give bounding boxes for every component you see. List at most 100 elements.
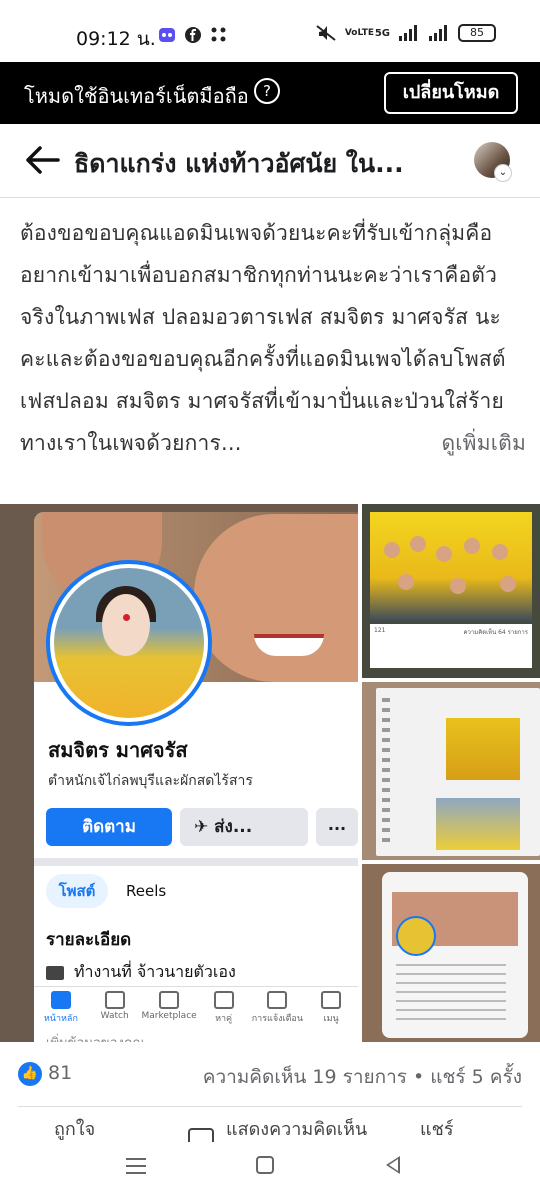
see-more-link[interactable]: ดูเพิ่มเติม	[441, 422, 526, 464]
comment-button[interactable]: แสดงความคิดเห็น	[226, 1114, 367, 1142]
profile-picture	[46, 560, 212, 726]
work-text: ทำงานที่ จ้าวนายตัวเอง	[74, 962, 236, 981]
follow-button: ติดตาม	[46, 808, 172, 846]
post-text: ต้องขอขอบคุณแอดมินเพจด้วยนะคะที่รับเข้าก…	[20, 221, 506, 455]
crowd-person	[464, 538, 480, 554]
heart-icon	[213, 991, 234, 1009]
system-nav-bar	[0, 1142, 540, 1200]
reactions-row: 👍 81 ความคิดเห็น 19 รายการ • แชร์ 5 ครั้…	[0, 1054, 540, 1098]
signal-icon	[399, 25, 417, 41]
photo-crowd[interactable]: 121 ความคิดเห็น 64 รายการ	[362, 504, 540, 678]
tab-posts: โพสต์	[46, 874, 108, 908]
profile-face	[102, 594, 150, 656]
nav-watch: Watch	[88, 987, 142, 1030]
battery-icon: 85	[458, 24, 496, 42]
more-button: ...	[316, 808, 358, 846]
network-label: 5G	[374, 27, 390, 39]
page-header: ธิดาแกร่ง แห่งท้าวอัศนัย ใน... ⌄	[0, 124, 540, 198]
recent-apps-icon[interactable]	[126, 1158, 146, 1174]
nav-notifications-label: การแจ้งเตือน	[251, 1014, 303, 1024]
status-bar: 09:12 น. VoLTE 5G 85	[0, 0, 540, 62]
profile-subtitle: ตำหนักเจ้ไก่ลพบุรีและผักสดไร้สาร	[48, 773, 253, 789]
photo-main[interactable]: สมจิตร มาศจรัส ตำหนักเจ้ไก่ลพบุรีและผักส…	[0, 504, 358, 1042]
screenshot-profile: สมจิตร มาศจรัส ตำหนักเจ้ไก่ลพบุรีและผักส…	[34, 512, 358, 1042]
nav-home: หน้าหลัก	[34, 987, 88, 1030]
crowd-person	[410, 536, 426, 552]
bell-icon	[267, 991, 288, 1009]
cover-face-right	[194, 514, 358, 682]
post-photos: สมจิตร มาศจรัส ตำหนักเจ้ไก่ลพบุรีและผักส…	[0, 504, 540, 1042]
volte-label: VoLTE	[344, 28, 375, 38]
comments-shares-count[interactable]: ความคิดเห็น 19 รายการ • แชร์ 5 ครั้ง	[203, 1062, 522, 1092]
small-like-count: 121	[374, 627, 386, 634]
printed-photo-top	[446, 718, 520, 780]
tab-reels: Reels	[126, 882, 167, 900]
chevron-down-icon[interactable]: ⌄	[494, 164, 512, 182]
nav-home-label: หน้าหลัก	[43, 1014, 78, 1024]
follow-label: ติดตาม	[82, 817, 136, 837]
cover-smile	[254, 634, 324, 656]
photo-binder-page[interactable]	[362, 682, 540, 860]
post-body: ต้องขอขอบคุณแอดมินเพจด้วยนะคะที่รับเข้าก…	[20, 212, 526, 464]
crowd-person	[450, 578, 466, 594]
status-right: VoLTE 5G 85	[315, 24, 496, 42]
mobile-data-banner: โหมดใช้อินเทอร์เน็ตมือถือ ? เปลี่ยนโหมด	[0, 62, 540, 124]
banner-text: โหมดใช้อินเทอร์เน็ตมือถือ	[24, 84, 249, 108]
binder-holes	[382, 698, 390, 848]
profile-name: สมจิตร มาศจรัส	[48, 738, 188, 762]
watch-icon	[104, 991, 125, 1009]
crowd-photo	[370, 512, 532, 622]
section-divider	[34, 858, 358, 866]
marketplace-icon	[159, 991, 180, 1009]
nav-marketplace-label: Marketplace	[141, 1011, 197, 1021]
printed-avatar	[396, 916, 436, 956]
home-icon	[50, 991, 71, 1009]
message-button: ✈ ส่ง...	[180, 808, 308, 846]
actions-divider	[18, 1106, 522, 1107]
group-title[interactable]: ธิดาแกร่ง แห่งท้าวอัศนัย ใน...	[74, 144, 458, 184]
nav-menu-label: เมนู	[323, 1014, 339, 1024]
crowd-person	[492, 544, 508, 560]
status-time: 09:12 น.	[76, 28, 156, 50]
fb-bottom-nav: หน้าหลัก Watch Marketplace หาคู่ การแจ้ง…	[34, 986, 358, 1030]
briefcase-icon	[46, 965, 64, 980]
back-arrow-icon[interactable]	[24, 144, 60, 176]
details-heading: รายละเอียด	[46, 930, 132, 950]
below-nav-text: เพิ่มข้อมูลของคุณ	[46, 1032, 145, 1042]
nav-watch-label: Watch	[100, 1011, 129, 1021]
post-actions: ถูกใจ แสดงความคิดเห็น แชร์	[0, 1110, 540, 1142]
printed-text-lines	[396, 964, 506, 1024]
like-reaction-icon[interactable]: 👍	[18, 1062, 42, 1086]
printed-photo-bottom	[436, 798, 520, 850]
crowd-person	[398, 574, 414, 590]
crowd-person	[384, 542, 400, 558]
reaction-count[interactable]: 81	[48, 1062, 72, 1084]
crowd-person	[436, 546, 452, 562]
share-button[interactable]: แชร์	[420, 1114, 454, 1142]
crowd-stats: 121 ความคิดเห็น 64 รายการ	[370, 624, 532, 668]
menu-icon	[321, 991, 342, 1009]
messenger-icon: ✈	[194, 817, 215, 837]
printed-profile-sheet	[382, 872, 528, 1038]
comment-icon[interactable]	[188, 1128, 214, 1142]
crowd-person	[500, 576, 516, 592]
nav-dating-label: หาคู่	[215, 1014, 233, 1024]
photo-printed-profile[interactable]	[362, 864, 540, 1042]
nav-marketplace: Marketplace	[142, 987, 197, 1030]
signal2-icon	[429, 25, 447, 41]
home-button-icon[interactable]	[256, 1156, 274, 1174]
work-row: ทำงานที่ จ้าวนายตัวเอง	[46, 960, 236, 985]
game-launcher-icon	[159, 28, 175, 42]
message-label: ส่ง...	[214, 817, 253, 837]
like-button[interactable]: ถูกใจ	[54, 1114, 95, 1142]
mute-icon	[316, 25, 336, 41]
switch-mode-button[interactable]: เปลี่ยนโหมด	[384, 72, 518, 114]
system-back-icon[interactable]	[386, 1156, 400, 1174]
nav-notifications: การแจ้งเตือน	[250, 987, 304, 1030]
profile-bindi	[123, 614, 130, 621]
grid-dots-icon	[211, 27, 226, 42]
nav-dating: หาคู่	[197, 987, 251, 1030]
help-icon[interactable]: ?	[254, 78, 280, 104]
small-comment-count: ความคิดเห็น 64 รายการ	[463, 629, 528, 636]
binder-sheet	[376, 688, 540, 856]
